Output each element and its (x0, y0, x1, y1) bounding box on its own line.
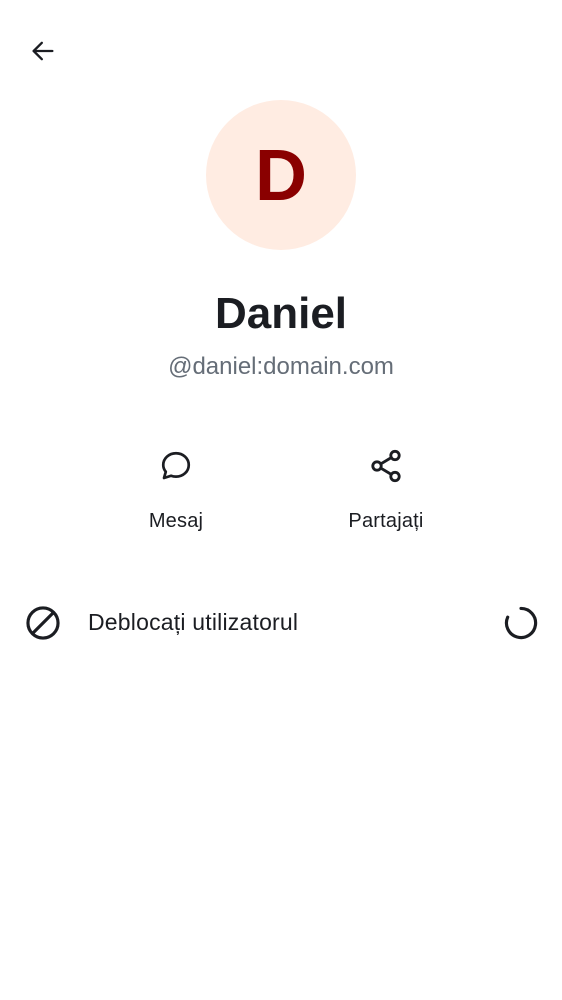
unblock-user-label: Deblocați utilizatorul (88, 609, 299, 635)
message-button[interactable]: Mesaj (91, 440, 261, 550)
back-button[interactable] (20, 28, 66, 74)
share-icon (366, 440, 406, 492)
unblock-user-row[interactable]: Deblocați utilizatorul (0, 590, 562, 654)
loading-spinner-icon (504, 606, 538, 640)
block-icon (26, 606, 60, 640)
chat-bubble-icon (156, 440, 196, 492)
avatar-initial: D (255, 136, 307, 216)
share-button[interactable]: Partajați (301, 440, 471, 550)
share-label: Partajați (348, 510, 424, 532)
message-label: Mesaj (148, 510, 204, 532)
arrow-left-icon (32, 41, 54, 61)
user-id: @daniel:domain.com (168, 353, 394, 380)
display-name: Daniel (214, 289, 348, 338)
avatar[interactable]: D (206, 100, 356, 250)
